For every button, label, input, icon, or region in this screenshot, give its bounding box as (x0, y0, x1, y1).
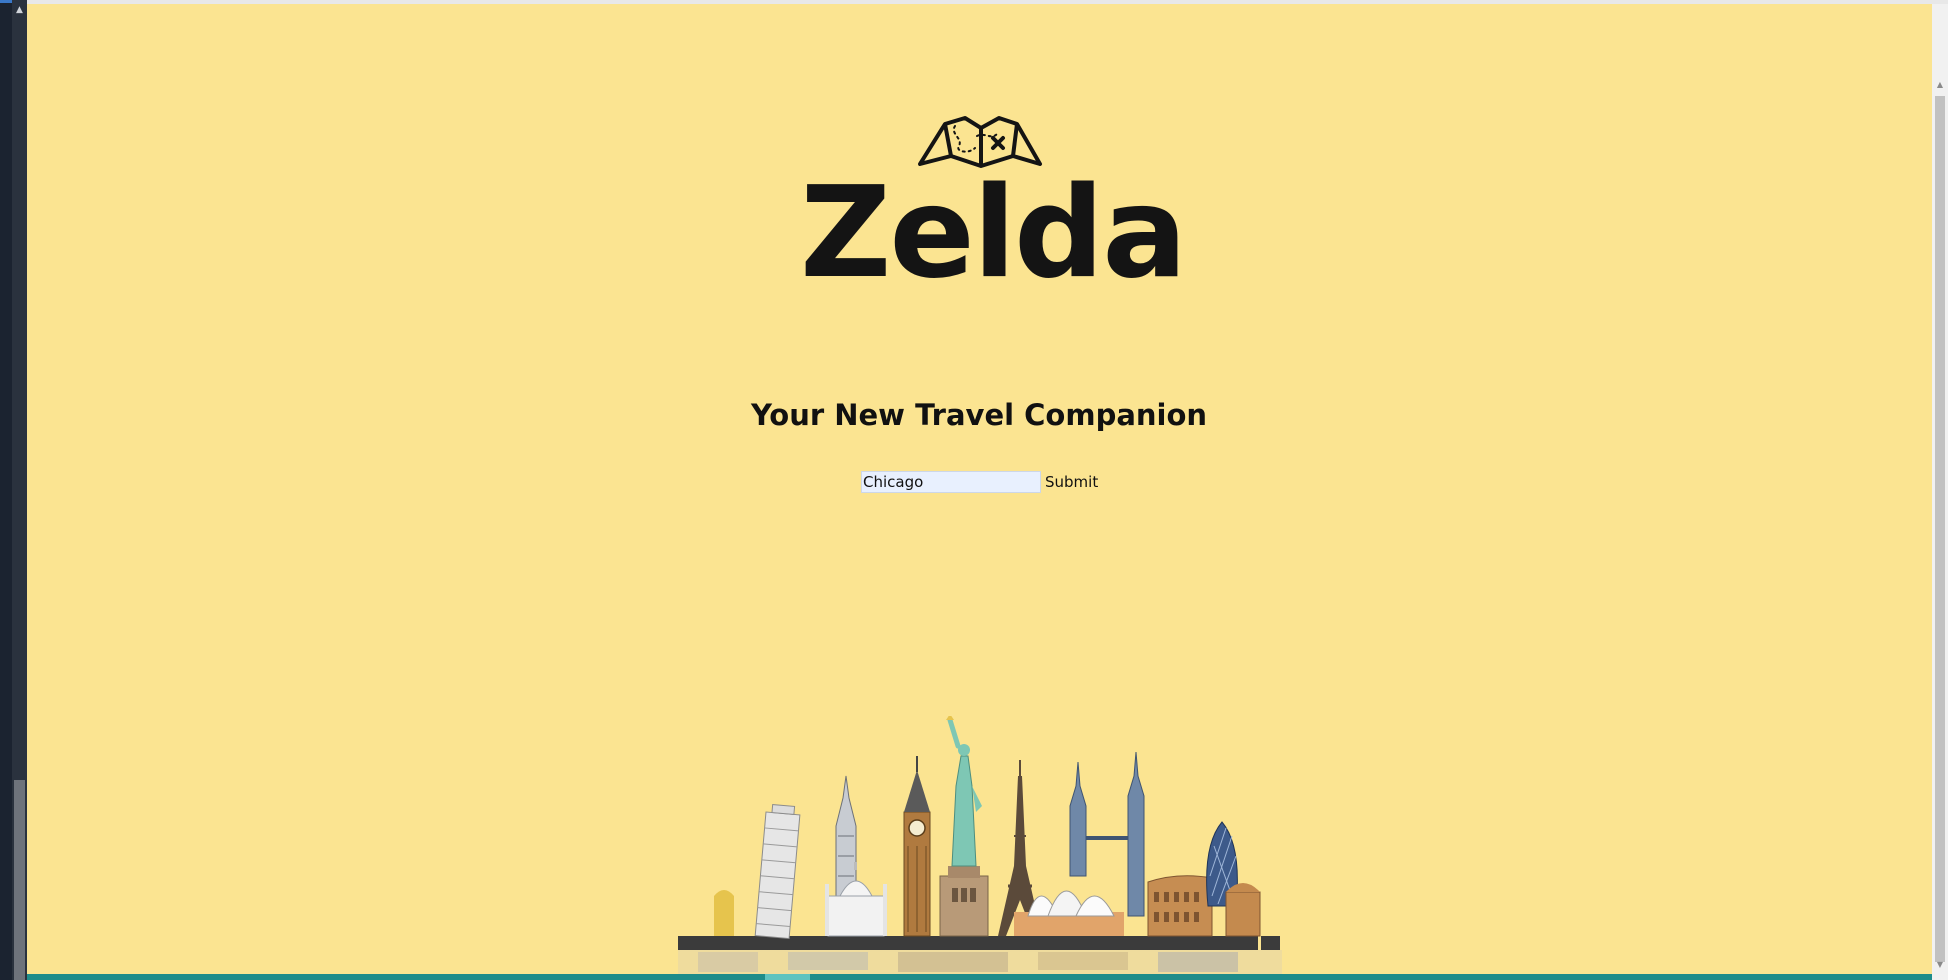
brand-name: Zelda (800, 159, 1187, 306)
bottom-status-bar (27, 974, 1932, 980)
scroll-up-arrow-icon[interactable]: ▲ (1932, 78, 1948, 92)
brand-logo: Zelda (800, 108, 1187, 306)
left-panel-accent (0, 0, 12, 3)
page-scrollbar-thumb[interactable] (1935, 96, 1945, 962)
world-landmarks-illustration (678, 716, 1282, 974)
left-scroll-up-arrow-icon[interactable]: ▲ (12, 4, 27, 16)
city-input[interactable] (861, 471, 1041, 493)
top-border (27, 0, 1948, 4)
left-side-panel (0, 0, 12, 980)
scroll-down-arrow-icon[interactable]: ▼ (1932, 958, 1948, 972)
app-window: ▲ ▲ ▼ Zelda Your New Travel Companion Ch… (0, 0, 1948, 980)
bottom-bar-highlight (765, 974, 810, 980)
city-search-form: Submit (861, 470, 1098, 494)
page-title: Your New Travel Companion (750, 398, 1208, 432)
left-scrollbar-thumb[interactable] (14, 780, 25, 980)
submit-button[interactable]: Submit (1045, 473, 1098, 491)
